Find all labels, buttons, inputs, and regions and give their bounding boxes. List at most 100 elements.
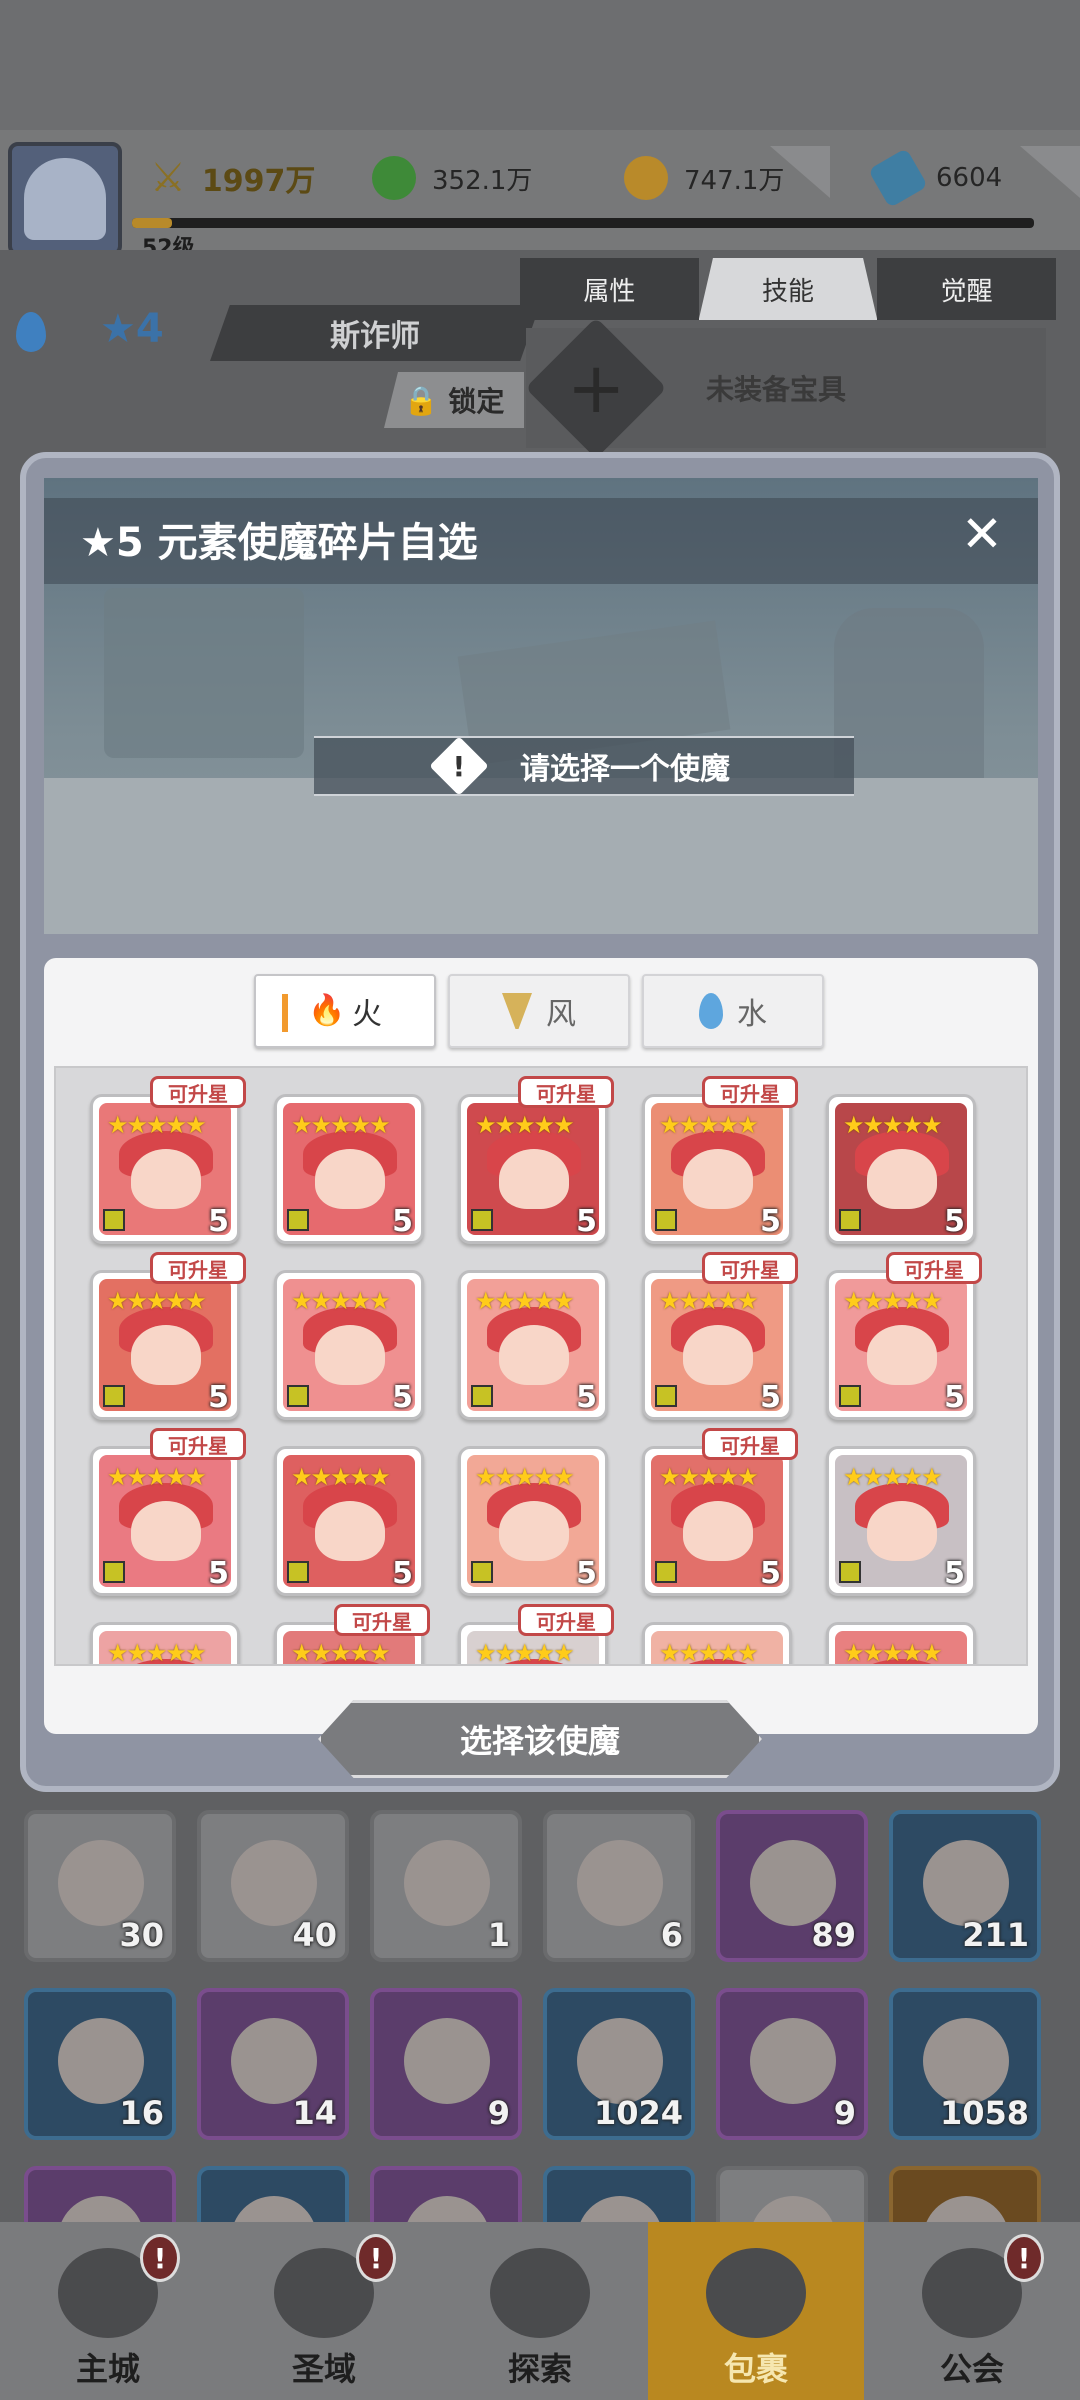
tab-skills[interactable]: 技能 (698, 258, 878, 320)
familiar-card[interactable]: ★★★★★ 5 (90, 1094, 240, 1244)
inventory-slot[interactable] (716, 2166, 868, 2222)
exp-bar (132, 218, 1034, 228)
crystal-display[interactable]: 6604 (867, 147, 1002, 209)
familiar-card-wrapper: ★★★★★ 5 可升星 (458, 1076, 614, 1244)
familiar-star-level: 5 (760, 1204, 781, 1239)
inventory-slot[interactable] (197, 2166, 349, 2222)
tab-awaken[interactable]: 觉醒 (877, 258, 1057, 320)
familiar-card[interactable]: ★★★★★ 5 (90, 1446, 240, 1596)
familiar-card[interactable]: ★★★★★ 5 (642, 1094, 792, 1244)
equipment-slot[interactable]: + 未装备宝具 (525, 317, 1046, 459)
equipment-icon (655, 1385, 677, 1407)
familiar-card[interactable]: ★★★★★ 5 (274, 1446, 424, 1596)
close-icon[interactable]: ✕ (954, 506, 1010, 562)
ground-illustration (44, 778, 1038, 934)
familiar-card-wrapper: ★★★★★ 5 (458, 1446, 608, 1596)
equipment-icon (287, 1561, 309, 1583)
inventory-slot[interactable] (24, 2166, 176, 2222)
familiar-star-level: 5 (944, 1204, 965, 1239)
equipment-icon (839, 1209, 861, 1231)
nav-item[interactable]: 主城! (0, 2222, 216, 2400)
item-icon (923, 2196, 1009, 2222)
inventory-slot[interactable]: 1024 (543, 1988, 695, 2140)
nav-item[interactable]: 包裹 (648, 2222, 864, 2400)
familiar-card-wrapper: ★★★★★ (90, 1622, 240, 1664)
equipment-icon (839, 1561, 861, 1583)
tab-water[interactable]: 水 (642, 974, 824, 1048)
familiar-card[interactable]: ★★★★★ (90, 1622, 240, 1664)
familiar-card[interactable]: ★★★★★ 5 (458, 1270, 608, 1420)
upgradable-tag: 可升星 (518, 1604, 614, 1636)
familiar-card[interactable]: ★★★★★ 5 (274, 1094, 424, 1244)
inventory-slot[interactable]: 30 (24, 1810, 176, 1962)
familiar-card[interactable]: ★★★★★ 5 (274, 1270, 424, 1420)
nav-item[interactable]: 公会! (864, 2222, 1080, 2400)
star-rating: ★★★★★ (843, 1463, 943, 1491)
inventory-slot[interactable]: 40 (197, 1810, 349, 1962)
familiar-card[interactable]: ★★★★★ 5 (826, 1094, 976, 1244)
familiar-card[interactable]: ★★★★★ 5 (826, 1446, 976, 1596)
familiar-card[interactable]: ★★★★★ 5 (458, 1446, 608, 1596)
nav-item[interactable]: 探索 (432, 2222, 648, 2400)
familiar-card[interactable]: ★★★★★ 5 (826, 1270, 976, 1420)
star-rating: ★★★★★ (475, 1287, 575, 1315)
modal-header: ★5 元素使魔碎片自选 ✕ ! 请选择一个使魔 (44, 478, 1038, 934)
inventory-slot[interactable]: 1058 (889, 1988, 1041, 2140)
star-rating: ★★★★★ (107, 1111, 207, 1139)
inventory-slot[interactable] (370, 2166, 522, 2222)
upgradable-tag: 可升星 (886, 1252, 982, 1284)
familiar-star-level: 5 (208, 1380, 229, 1415)
familiar-card[interactable]: ★★★★★ (642, 1622, 792, 1664)
inventory-slot[interactable]: 14 (197, 1988, 349, 2140)
item-icon (231, 2018, 317, 2104)
tab-fire[interactable]: 🔥 火 (254, 974, 436, 1048)
sword-icon (490, 2248, 590, 2338)
item-icon (577, 2196, 663, 2222)
familiar-grid[interactable]: ★★★★★ 5 可升星 ★★★★★ 5 ★★★★★ 5 可升星 ★★★★★ 5 可升星 ★★★★★ 5 ★… (54, 1066, 1028, 1666)
inventory-slot[interactable]: 16 (24, 1988, 176, 2140)
familiar-card[interactable]: ★★★★★ 5 (458, 1094, 608, 1244)
nav-label: 圣域 (291, 2350, 356, 2388)
inventory-slot[interactable]: 211 (889, 1810, 1041, 1962)
lock-label: 锁定 (448, 385, 505, 418)
familiar-row: ★★★★★ 5 可升星 ★★★★★ 5 ★★★★★ 5 ★★★★★ 5 可升星 ★★★★★ 5 (90, 1428, 976, 1596)
nav-item[interactable]: 圣域! (216, 2222, 432, 2400)
familiar-card[interactable]: ★★★★★ 5 (642, 1446, 792, 1596)
gold-coin-display[interactable]: 747.1万 (624, 150, 784, 206)
upgradable-tag: 可升星 (150, 1076, 246, 1108)
item-count: 30 (119, 1916, 164, 1954)
green-coin-display[interactable]: 352.1万 (372, 150, 532, 206)
familiar-card[interactable]: ★★★★★ 5 (642, 1270, 792, 1420)
familiar-face (131, 1501, 201, 1561)
familiar-face (867, 1149, 937, 1209)
inventory-slot[interactable]: 9 (370, 1988, 522, 2140)
inventory-slot[interactable]: 6 (543, 1810, 695, 1962)
inventory-slot[interactable]: 89 (716, 1810, 868, 1962)
familiar-card[interactable]: ★★★★★ 5 (90, 1270, 240, 1420)
equipment-icon (655, 1209, 677, 1231)
inventory-slot[interactable]: 1 (370, 1810, 522, 1962)
familiar-star-level: 5 (576, 1556, 597, 1591)
inventory-row (24, 2166, 1056, 2222)
star-rating: ★★★★★ (843, 1111, 943, 1139)
inventory-slot[interactable] (889, 2166, 1041, 2222)
item-count: 40 (292, 1916, 337, 1954)
tab-attributes[interactable]: 属性 (520, 258, 699, 320)
item-icon (58, 2196, 144, 2222)
item-icon (404, 2196, 490, 2222)
tab-wind[interactable]: 风 (448, 974, 630, 1048)
upgradable-tag: 可升星 (702, 1428, 798, 1460)
lock-button[interactable]: 🔒 锁定 (384, 372, 524, 428)
hero-name: 斯诈师 (210, 305, 540, 361)
familiar-row: ★★★★★ ★★★★★ 可升星 ★★★★★ 可升星 ★★★★★ ★★★★★ (90, 1604, 976, 1664)
inventory-slot[interactable] (543, 2166, 695, 2222)
select-familiar-button[interactable]: 选择该使魔 (318, 1700, 762, 1778)
inventory-slot[interactable]: 9 (716, 1988, 868, 2140)
familiar-card[interactable]: ★★★★★ (826, 1622, 976, 1664)
familiar-star-level: 5 (576, 1204, 597, 1239)
item-icon (750, 2196, 836, 2222)
star-rating: ★★★★★ (107, 1463, 207, 1491)
hero-tabs: 属性 技能 觉醒 (520, 258, 1057, 320)
player-avatar[interactable] (8, 142, 122, 256)
element-tabs: 🔥 火 风 水 (254, 974, 824, 1048)
